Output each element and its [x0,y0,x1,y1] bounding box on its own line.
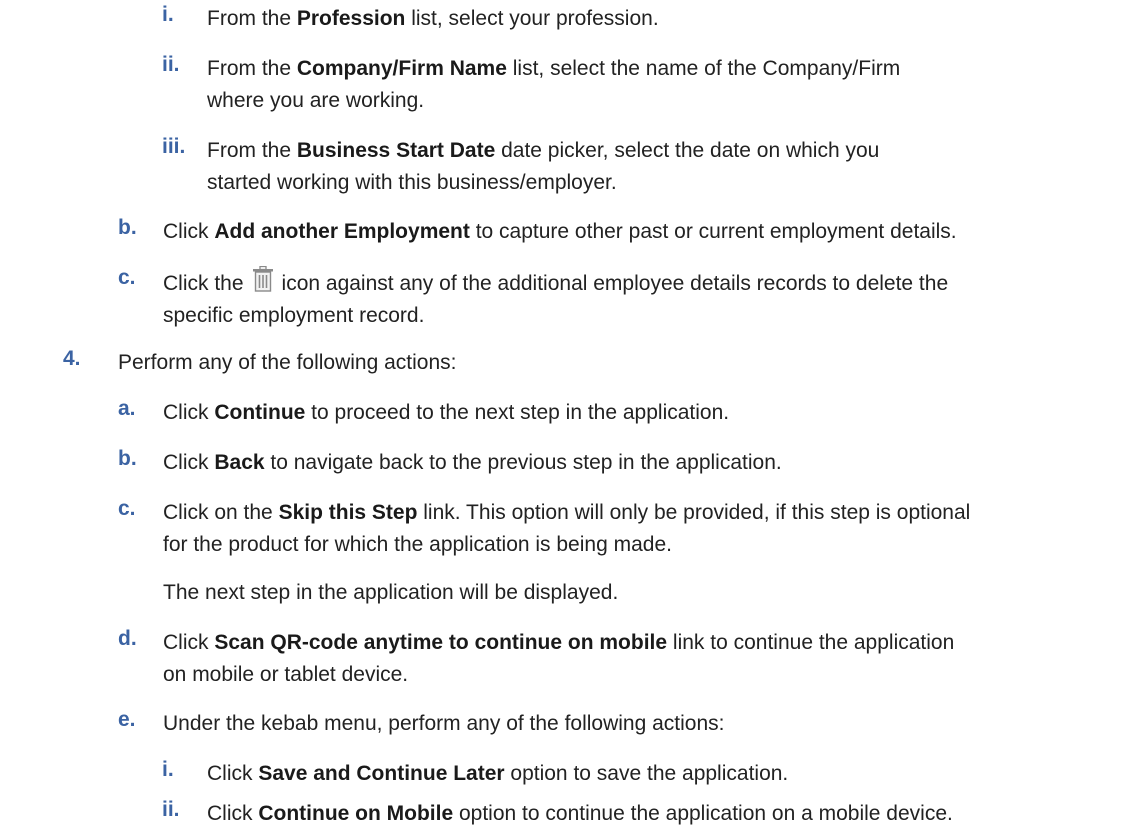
list-item: 4. Perform any of the following actions: [63,347,457,379]
trash-icon [252,265,274,292]
list-marker: d. [118,627,137,650]
list-item: c. Click on the Skip this Step link. Thi… [118,497,970,561]
list-marker: a. [118,397,136,420]
list-marker: ii. [162,53,180,76]
list-item: e. Under the kebab menu, perform any of … [118,708,724,740]
note-paragraph: The next step in the application will be… [163,577,618,609]
list-item-text: Under the kebab menu, perform any of the… [163,712,725,735]
list-item-text: Click on the Skip this Step link. This o… [163,501,971,556]
list-item-text: Click Scan QR-code anytime to continue o… [163,631,955,686]
list-marker: b. [118,216,137,239]
list-item: i. Click Save and Continue Later option … [162,758,788,790]
list-marker: b. [118,447,137,470]
list-item: b. Click Add another Employment to captu… [118,216,957,248]
list-item: i. From the Profession list, select your… [162,3,659,35]
list-marker: i. [162,3,174,26]
list-item-text: Perform any of the following actions: [118,351,457,374]
list-item-text: From the Business Start Date date picker… [207,139,880,194]
list-item-text: Click Continue to proceed to the next st… [163,401,730,424]
list-item: c. Click the icon against any of the addi… [118,265,948,332]
list-marker: c. [118,497,136,520]
list-item-text: From the Profession list, select your pr… [207,7,659,30]
list-marker: iii. [162,135,186,158]
note-text: The next step in the application will be… [163,581,619,604]
list-item-text: Click Add another Employment to capture … [163,220,957,243]
list-item: iii. From the Business Start Date date p… [162,135,879,199]
list-marker: 4. [63,347,81,370]
list-item-text: Click Continue on Mobile option to conti… [207,802,953,825]
list-item: a. Click Continue to proceed to the next… [118,397,729,429]
list-item-text: From the Company/Firm Name list, select … [207,57,901,112]
list-marker: i. [162,758,174,781]
list-item: d. Click Scan QR-code anytime to continu… [118,627,954,691]
list-item-text: Click Back to navigate back to the previ… [163,451,782,474]
list-marker: e. [118,708,136,731]
list-marker: ii. [162,798,180,821]
list-item-text: Click the icon against any of the additio… [163,265,948,332]
list-marker: c. [118,266,136,289]
list-item-text: Click Save and Continue Later option to … [207,762,789,785]
list-item: ii. Click Continue on Mobile option to c… [162,798,953,830]
list-item: b. Click Back to navigate back to the pr… [118,447,782,479]
list-item: ii. From the Company/Firm Name list, sel… [162,53,900,117]
